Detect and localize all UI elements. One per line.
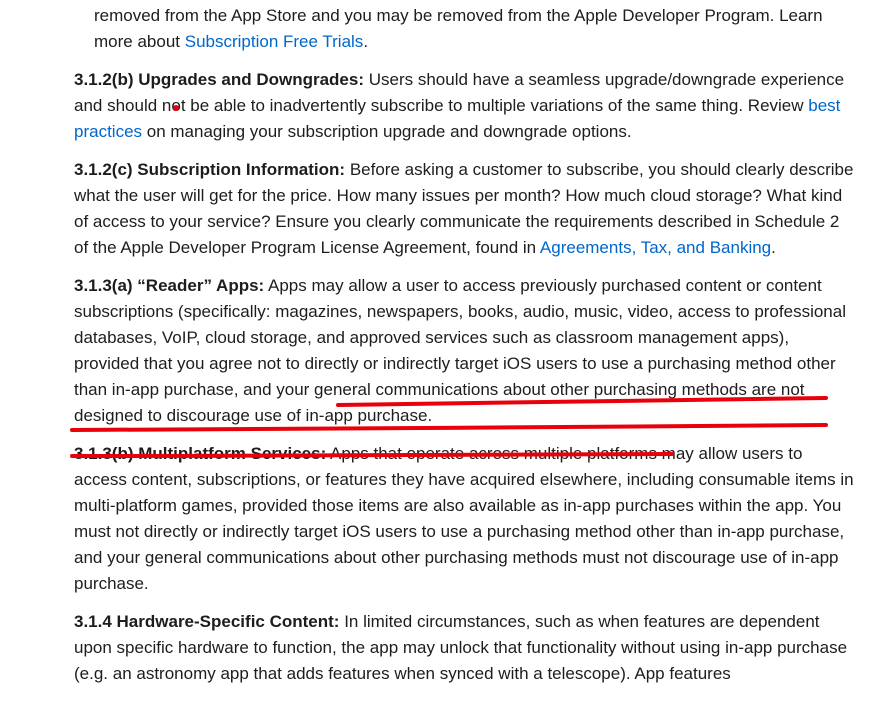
intro-end: . <box>363 32 369 51</box>
section-text: Apps that operate across multiple platfo… <box>74 444 854 593</box>
underlined-passage: you agree not to directly or indirectly … <box>74 354 836 425</box>
section-3-1-2b: 3.1.2(b) Upgrades and Downgrades: Users … <box>74 67 854 145</box>
section-3-1-3b: 3.1.3(b) Multiplatform Services: Apps th… <box>74 441 854 597</box>
section-heading-3-1-3a: 3.1.3(a) “Reader” Apps: <box>74 276 265 295</box>
section-text: on managing your subscription upgrade an… <box>142 122 632 141</box>
section-3-1-3a: 3.1.3(a) “Reader” Apps: Apps may allow a… <box>74 273 854 429</box>
section-end: . <box>771 238 776 257</box>
subscription-free-trials-link[interactable]: Subscription Free Trials <box>185 32 364 51</box>
agreements-tax-banking-link[interactable]: Agreements, Tax, and Banking <box>540 238 771 257</box>
intro-paragraph: removed from the App Store and you may b… <box>74 3 854 55</box>
section-heading-3-1-3b: 3.1.3(b) Multiplatform Services: <box>74 444 327 463</box>
annotation-dot <box>173 105 179 111</box>
section-3-1-2c: 3.1.2(c) Subscription Information: Befor… <box>74 157 854 261</box>
guidelines-document: removed from the App Store and you may b… <box>74 3 854 699</box>
section-heading-3-1-2b: 3.1.2(b) Upgrades and Downgrades: <box>74 70 364 89</box>
section-3-1-4: 3.1.4 Hardware-Specific Content: In limi… <box>74 609 854 687</box>
section-heading-3-1-2c: 3.1.2(c) Subscription Information: <box>74 160 346 179</box>
section-heading-3-1-4: 3.1.4 Hardware-Specific Content: <box>74 612 340 631</box>
